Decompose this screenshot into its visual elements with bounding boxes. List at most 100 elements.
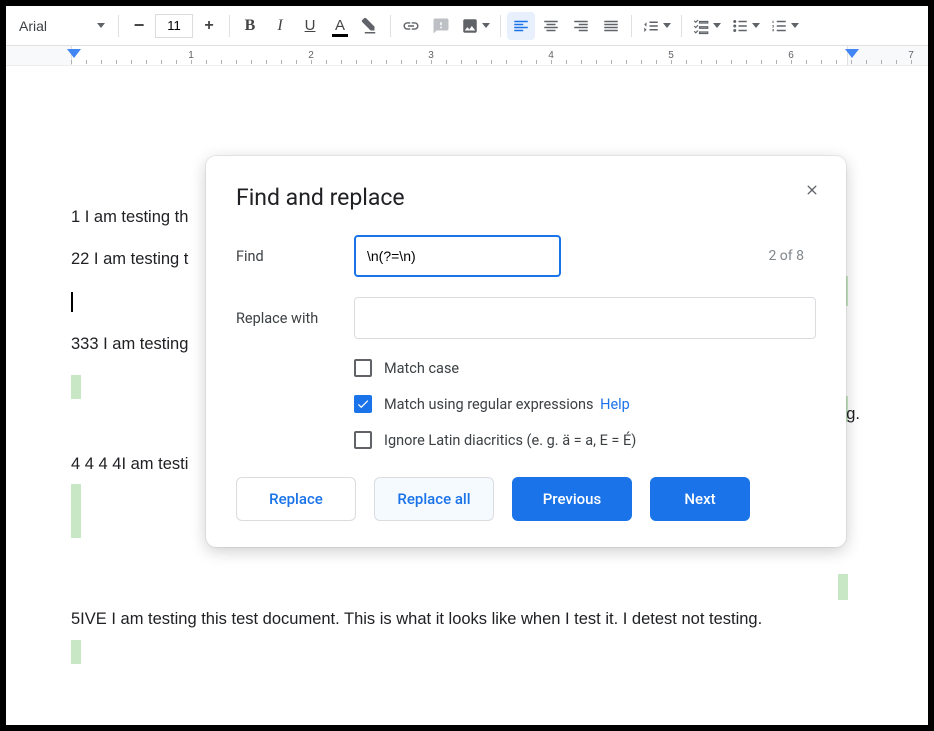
- align-center-button[interactable]: [537, 12, 565, 40]
- close-icon: [804, 182, 820, 198]
- ruler-tick: [491, 60, 492, 64]
- line-spacing-button[interactable]: [638, 12, 675, 40]
- font-size-decrease-button[interactable]: −: [125, 12, 153, 40]
- ruler-tick: [386, 60, 387, 64]
- caret-down-icon: [97, 23, 105, 28]
- ruler-tick: [626, 60, 627, 64]
- ruler-tick: [761, 60, 762, 64]
- bulleted-list-button[interactable]: [727, 12, 764, 40]
- align-right-button[interactable]: [567, 12, 595, 40]
- align-left-button[interactable]: [507, 12, 535, 40]
- ruler-tick: [476, 60, 477, 64]
- doc-text: 4 4 4 4I am testi: [71, 455, 188, 473]
- find-label: Find: [236, 248, 354, 265]
- find-highlight: [71, 640, 81, 664]
- ruler-tick: [326, 60, 327, 64]
- replace-all-button[interactable]: Replace all: [374, 477, 494, 521]
- doc-text: g.: [846, 403, 860, 425]
- insert-image-button[interactable]: [457, 12, 494, 40]
- separator: [118, 15, 119, 37]
- ruler-tick: [296, 60, 297, 64]
- ruler-tick: [851, 60, 852, 64]
- match-regex-text: Match using regular expressions: [384, 396, 594, 413]
- previous-button[interactable]: Previous: [512, 477, 632, 521]
- replace-label: Replace with: [236, 310, 354, 327]
- formatting-toolbar: Arial − + B I U A: [6, 6, 928, 46]
- close-button[interactable]: [796, 174, 828, 206]
- text-caret: [71, 292, 73, 312]
- doc-line: [71, 640, 863, 670]
- highlight-color-button[interactable]: [356, 12, 384, 40]
- left-indent-marker[interactable]: [67, 49, 81, 58]
- ignore-diacritics-checkbox[interactable]: [354, 431, 372, 449]
- ruler-tick: [581, 60, 582, 64]
- ruler-tick: [416, 60, 417, 64]
- ruler-tick: [461, 60, 462, 64]
- text-color-button[interactable]: A: [326, 12, 354, 40]
- font-size-increase-button[interactable]: +: [195, 12, 223, 40]
- caret-down-icon: [791, 23, 799, 28]
- match-case-checkbox[interactable]: [354, 359, 372, 377]
- replace-button[interactable]: Replace: [236, 477, 356, 521]
- ruler-tick: [176, 60, 177, 64]
- caret-down-icon: [663, 23, 671, 28]
- ruler-tick: [821, 60, 822, 64]
- ruler-tick: [446, 60, 447, 64]
- underline-button[interactable]: U: [296, 12, 324, 40]
- ruler-tick: [746, 60, 747, 64]
- next-button[interactable]: Next: [650, 477, 750, 521]
- ruler-tick: [116, 60, 117, 64]
- ruler-tick: [191, 60, 192, 64]
- italic-button[interactable]: I: [266, 12, 294, 40]
- right-indent-marker[interactable]: [845, 49, 859, 58]
- dialog-title: Find and replace: [236, 184, 816, 211]
- caret-down-icon: [482, 23, 490, 28]
- ruler-tick: [266, 60, 267, 64]
- font-size-group: − +: [125, 12, 223, 40]
- ruler-tick: [341, 60, 342, 64]
- doc-line: 5IVE I am testing this test document. Th…: [71, 608, 863, 630]
- ruler-tick: [101, 60, 102, 64]
- find-highlight: [838, 574, 848, 600]
- ruler-tick: [311, 60, 312, 64]
- insert-link-button[interactable]: [397, 12, 425, 40]
- replace-input[interactable]: [354, 297, 816, 339]
- font-size-input[interactable]: [155, 14, 193, 38]
- ruler-tick: [686, 60, 687, 64]
- ruler-tick: [236, 60, 237, 64]
- ruler-tick: [221, 60, 222, 64]
- find-input[interactable]: [354, 235, 561, 277]
- find-replace-dialog: Find and replace Find 2 of 8 Replace wit…: [206, 156, 846, 547]
- checklist-button[interactable]: [688, 12, 725, 40]
- ruler-tick: [86, 60, 87, 64]
- font-family-select[interactable]: Arial: [12, 12, 112, 40]
- ruler-tick: [401, 60, 402, 64]
- ruler-tick: [551, 60, 552, 64]
- numbered-list-button[interactable]: [766, 12, 803, 40]
- caret-down-icon: [752, 23, 760, 28]
- ruler-tick: [806, 60, 807, 64]
- ruler-tick: [146, 60, 147, 64]
- bold-button[interactable]: B: [236, 12, 264, 40]
- ruler-tick: [656, 60, 657, 64]
- match-regex-checkbox[interactable]: [354, 395, 372, 413]
- ruler-tick: [596, 60, 597, 64]
- separator: [500, 15, 501, 37]
- match-case-label: Match case: [384, 360, 459, 377]
- caret-down-icon: [713, 23, 721, 28]
- find-result-count: 2 of 8: [768, 248, 804, 264]
- ruler-tick: [71, 60, 72, 64]
- ruler-tick: [611, 60, 612, 64]
- separator: [681, 15, 682, 37]
- horizontal-ruler[interactable]: 1234567: [6, 46, 928, 66]
- ruler-tick: [536, 60, 537, 64]
- ruler-tick: [161, 60, 162, 64]
- regex-help-link[interactable]: Help: [600, 396, 630, 413]
- ruler-tick: [836, 60, 837, 64]
- ruler-tick: [881, 60, 882, 64]
- insert-comment-button[interactable]: [427, 12, 455, 40]
- align-justify-button[interactable]: [597, 12, 625, 40]
- ruler-tick: [371, 60, 372, 64]
- ruler-tick: [671, 60, 672, 64]
- doc-text: 333 I am testing: [71, 335, 188, 353]
